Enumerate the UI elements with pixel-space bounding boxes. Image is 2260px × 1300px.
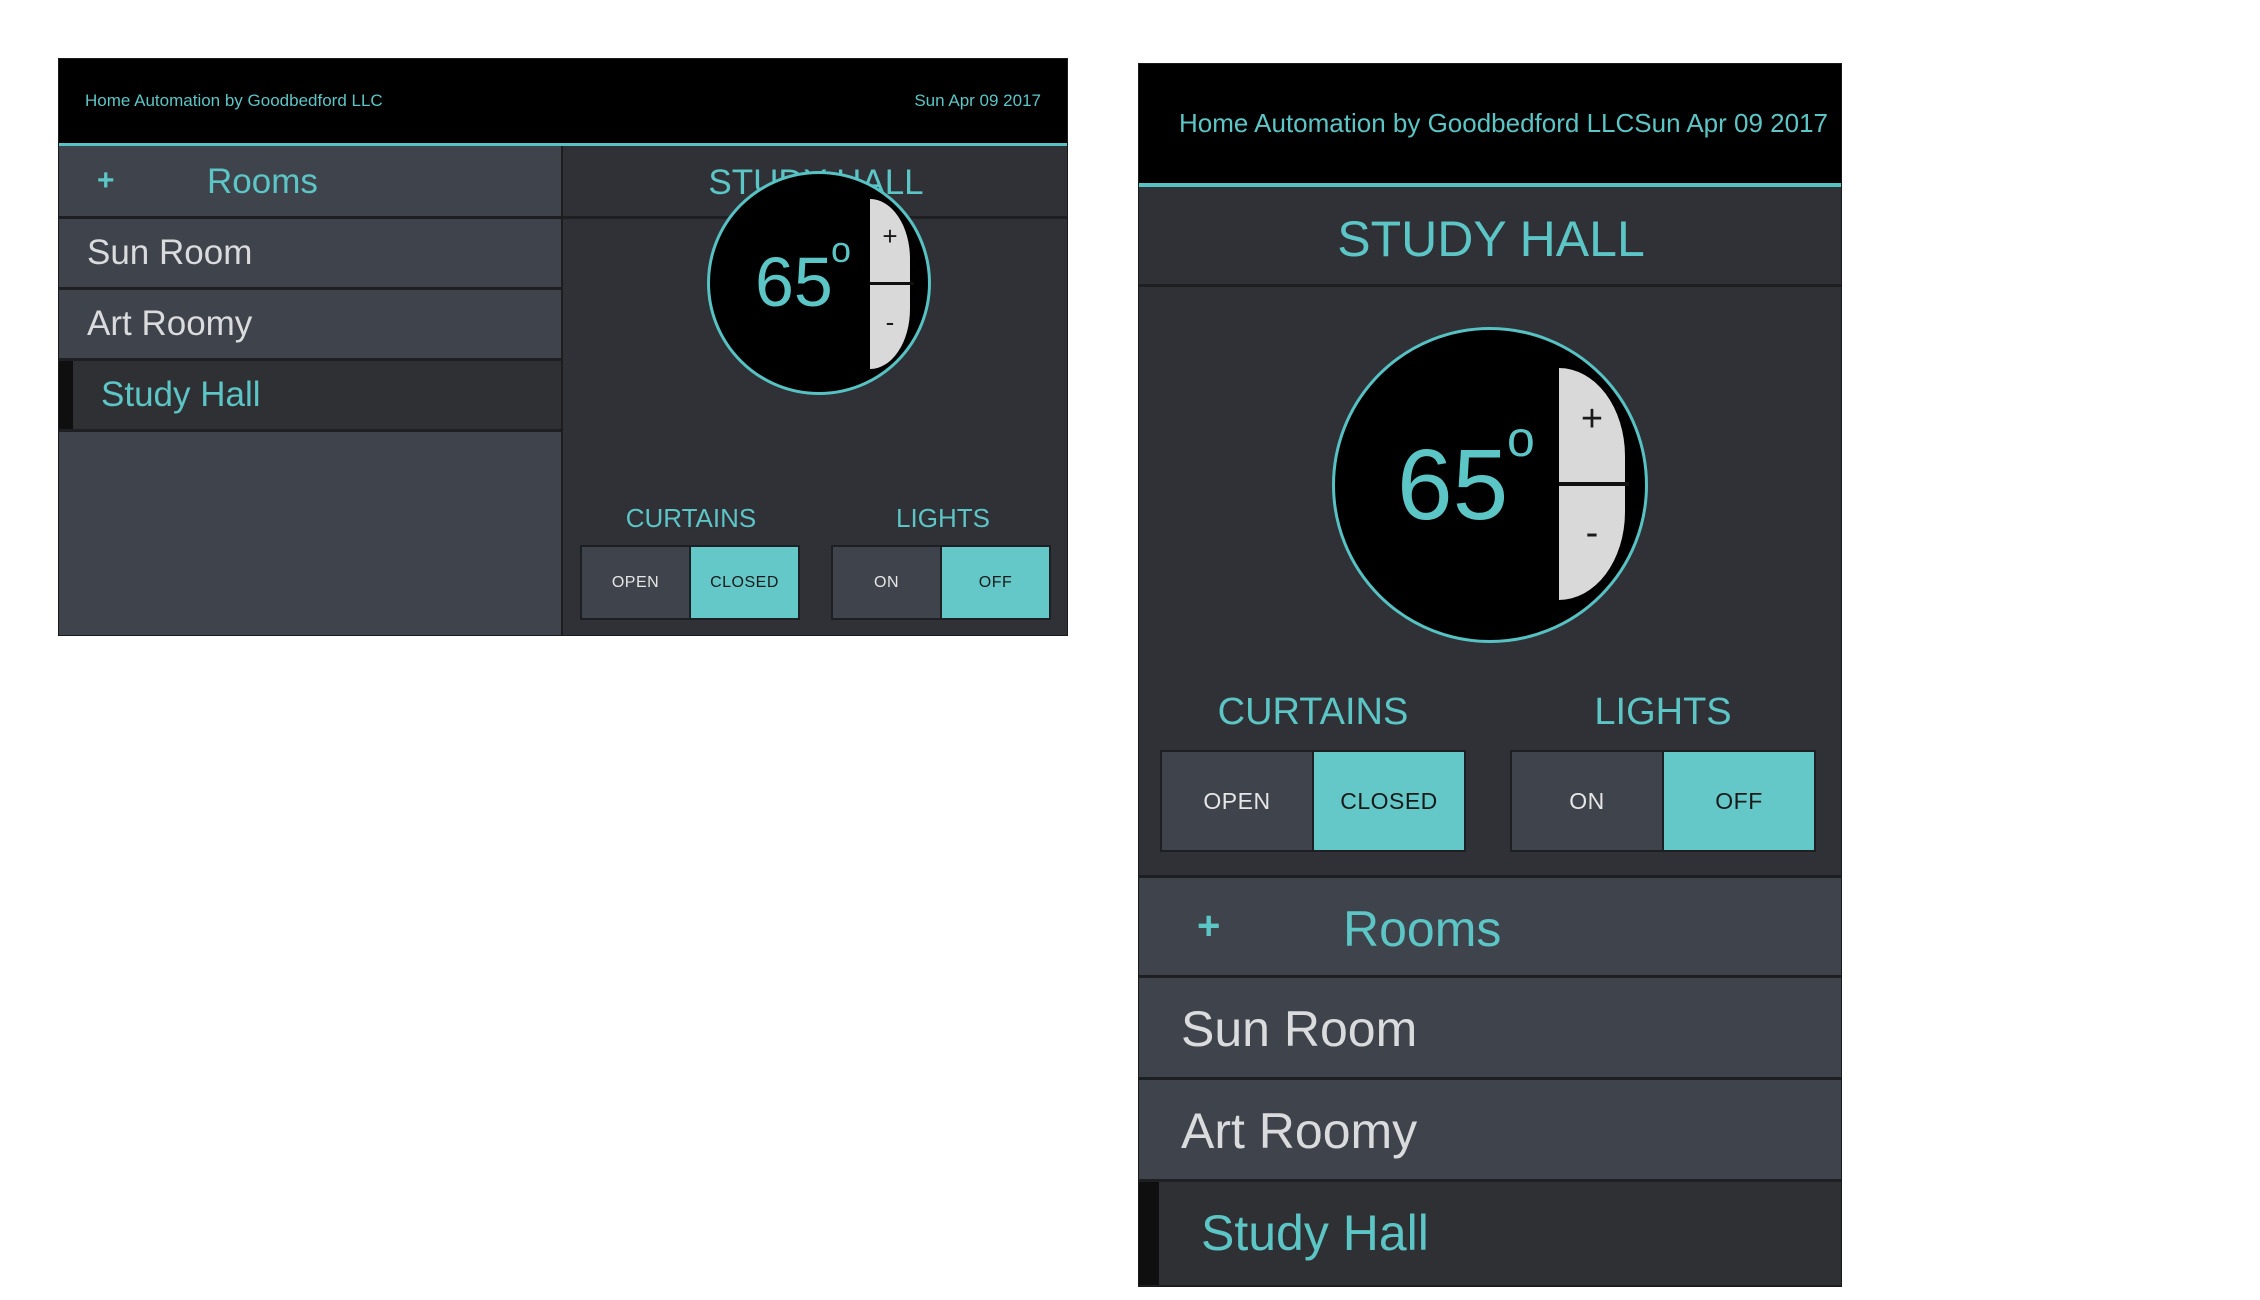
mobile-layout: Home Automation by Goodbedford LLCSun Ap… [1138, 63, 1842, 1287]
degree-symbol: o [831, 229, 852, 270]
sidebar-item-label: Study Hall [1201, 1205, 1429, 1261]
add-room-button[interactable]: + [97, 164, 115, 198]
header-date: Sun Apr 09 2017 [914, 91, 1041, 110]
sidebar-item-study-hall[interactable]: Study Hall [59, 361, 561, 432]
sidebar-item-sun-room[interactable]: Sun Room [1139, 978, 1841, 1080]
rooms-heading: Rooms [207, 162, 318, 201]
degree-symbol: o [1507, 411, 1535, 467]
lights-off-button[interactable]: OFF [1662, 752, 1814, 850]
room-panel: STUDY HALL 65 o + - CURTAINS OPEN CLOSED… [563, 146, 1067, 635]
temperature-increase-button[interactable]: + [870, 199, 910, 283]
app-title: Home Automation by Goodbedford LLC [85, 91, 383, 110]
temperature-value: 65 [755, 243, 833, 321]
lights-toggle: ON OFF [1510, 750, 1816, 852]
lights-toggle: ON OFF [831, 545, 1051, 620]
rooms-header: + Rooms [1139, 878, 1841, 978]
room-panel: STUDY HALL 65 o + - CURTAINS OPEN CLOSED… [1139, 187, 1841, 939]
sidebar-item-art-roomy[interactable]: Art Roomy [59, 290, 561, 361]
rooms-heading: Rooms [1343, 901, 1502, 957]
sidebar-item-sun-room[interactable]: Sun Room [59, 219, 561, 290]
temperature-increase-button[interactable]: + [1559, 368, 1625, 482]
rooms-list: + Rooms Sun Room Art Roomy Study Hall [1139, 875, 1841, 1286]
desktop-layout: Home Automation by Goodbedford LLC Sun A… [58, 58, 1068, 636]
rooms-header: + Rooms [59, 146, 561, 219]
app-header: Home Automation by Goodbedford LLC Sun A… [59, 59, 1067, 143]
curtains-label: CURTAINS [1217, 691, 1409, 733]
curtains-toggle: OPEN CLOSED [1160, 750, 1466, 852]
selected-indicator [59, 361, 73, 429]
app-header: Home Automation by Goodbedford LLCSun Ap… [1139, 64, 1841, 183]
lights-label: LIGHTS [896, 503, 990, 533]
sidebar-item-study-hall[interactable]: Study Hall [1139, 1182, 1841, 1286]
sidebar-item-label: Art Roomy [87, 304, 253, 343]
sidebar-item-art-roomy[interactable]: Art Roomy [1139, 1080, 1841, 1182]
thermostat-dial: 65 o + - [1332, 327, 1648, 643]
thermostat-dial: 65 o + - [707, 171, 931, 395]
lights-on-button[interactable]: ON [833, 547, 940, 618]
curtains-label: CURTAINS [625, 503, 757, 533]
selected-indicator [1139, 1182, 1159, 1285]
add-room-button[interactable]: + [1197, 904, 1220, 949]
curtains-open-button[interactable]: OPEN [582, 547, 689, 618]
temperature-value: 65 [1397, 429, 1509, 541]
sidebar-item-label: Sun Room [1181, 1001, 1418, 1057]
temperature-decrease-button[interactable]: - [870, 285, 910, 369]
curtains-open-button[interactable]: OPEN [1162, 752, 1312, 850]
temperature-decrease-button[interactable]: - [1559, 486, 1625, 600]
lights-label: LIGHTS [1594, 691, 1732, 733]
app-title-with-date: Home Automation by Goodbedford LLCSun Ap… [1179, 108, 1828, 138]
room-title: STUDY HALL [1139, 187, 1841, 287]
lights-on-button[interactable]: ON [1512, 752, 1662, 850]
sidebar-item-label: Study Hall [101, 375, 261, 414]
curtains-toggle: OPEN CLOSED [580, 545, 800, 620]
sidebar-item-label: Sun Room [87, 233, 253, 272]
rooms-sidebar: + Rooms Sun Room Art Roomy Study Hall [59, 146, 563, 635]
curtains-closed-button[interactable]: CLOSED [689, 547, 798, 618]
curtains-closed-button[interactable]: CLOSED [1312, 752, 1464, 850]
sidebar-item-label: Art Roomy [1181, 1103, 1418, 1159]
lights-off-button[interactable]: OFF [940, 547, 1049, 618]
